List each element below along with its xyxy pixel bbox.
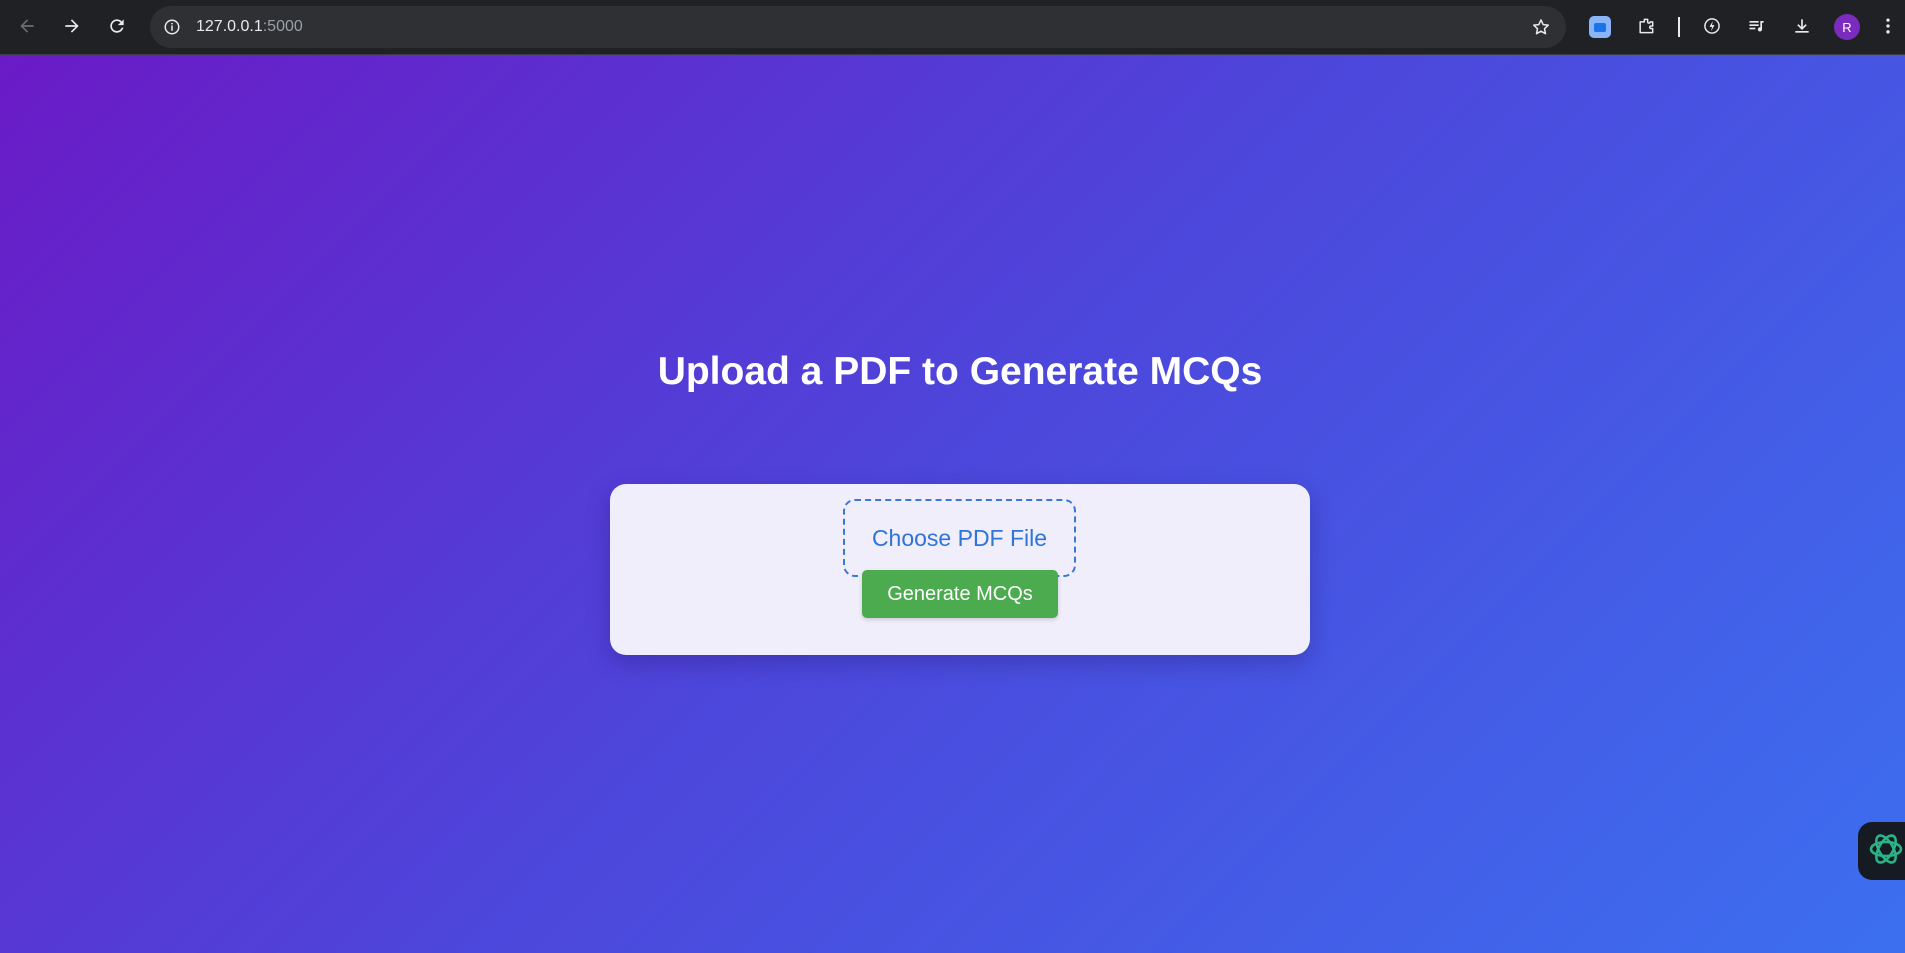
generate-mcqs-button[interactable]: Generate MCQs bbox=[862, 570, 1058, 618]
profile-avatar[interactable]: R bbox=[1834, 14, 1860, 40]
choose-pdf-label: Choose PDF File bbox=[871, 524, 1048, 551]
site-info-icon[interactable] bbox=[162, 17, 182, 37]
forward-icon[interactable] bbox=[58, 12, 86, 40]
page-title: Upload a PDF to Generate MCQs bbox=[657, 350, 1263, 393]
browser-menu-icon[interactable] bbox=[1874, 12, 1902, 40]
performance-icon[interactable] bbox=[1698, 12, 1726, 40]
address-bar[interactable]: 127.0.0.1:5000 bbox=[150, 6, 1566, 48]
media-queue-icon[interactable] bbox=[1743, 12, 1771, 40]
browser-toolbar: 127.0.0.1:5000 R bbox=[0, 0, 1905, 55]
extensions-puzzle-icon[interactable] bbox=[1632, 12, 1660, 40]
back-icon[interactable] bbox=[13, 12, 41, 40]
profile-initial: R bbox=[1842, 19, 1852, 35]
ai-assistant-widget[interactable] bbox=[1858, 822, 1905, 880]
url-host: 127.0.0.1 bbox=[196, 18, 263, 35]
translate-extension-icon[interactable] bbox=[1589, 16, 1611, 38]
reload-icon[interactable] bbox=[103, 12, 131, 40]
url-text[interactable]: 127.0.0.1:5000 bbox=[196, 18, 303, 36]
openai-logo-icon bbox=[1866, 829, 1905, 874]
choose-pdf-button[interactable]: Choose PDF File bbox=[843, 499, 1076, 577]
bookmark-star-icon[interactable] bbox=[1530, 16, 1552, 38]
download-icon[interactable] bbox=[1788, 12, 1816, 40]
url-port: :5000 bbox=[262, 18, 303, 35]
toolbar-divider bbox=[1678, 17, 1680, 37]
